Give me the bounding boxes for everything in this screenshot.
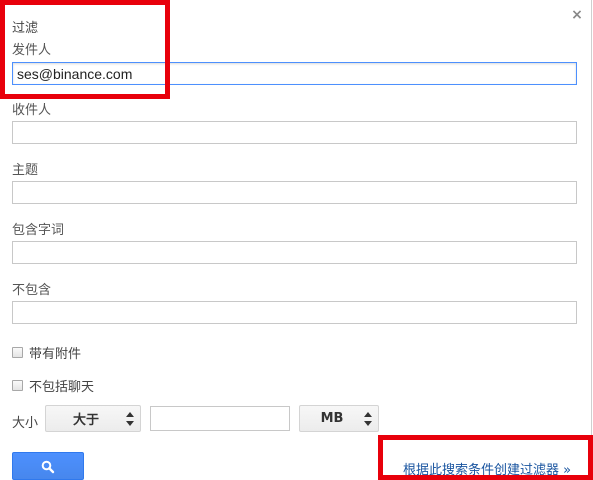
select-arrows-icon — [126, 412, 134, 426]
doesnt-have-label: 不包含 — [12, 283, 52, 298]
size-unit-select[interactable]: MB — [299, 405, 379, 432]
has-attachment-label: 带有附件 — [29, 347, 82, 362]
size-unit-value: MB — [320, 411, 344, 426]
size-value-input[interactable] — [150, 406, 290, 431]
size-label: 大小 — [12, 416, 39, 431]
has-attachment-checkbox[interactable] — [12, 347, 23, 358]
subject-field[interactable] — [12, 181, 577, 204]
has-words-field[interactable] — [12, 241, 577, 264]
doesnt-have-field[interactable] — [12, 301, 577, 324]
to-label: 收件人 — [12, 103, 52, 118]
close-icon[interactable]: × — [571, 8, 583, 22]
exclude-chats-label: 不包括聊天 — [29, 380, 95, 395]
select-arrows-icon — [364, 412, 372, 426]
search-button[interactable] — [12, 452, 84, 480]
exclude-chats-option[interactable]: 不包括聊天 — [12, 376, 94, 395]
search-icon — [41, 460, 55, 474]
exclude-chats-checkbox[interactable] — [12, 380, 23, 391]
size-comparator-value: 大于 — [72, 413, 99, 428]
to-field[interactable] — [12, 121, 577, 144]
subject-label: 主题 — [12, 163, 39, 178]
has-attachment-option[interactable]: 带有附件 — [12, 343, 81, 362]
has-words-label: 包含字词 — [12, 223, 65, 238]
highlight-box-from — [0, 0, 170, 99]
size-comparator-select[interactable]: 大于 — [45, 405, 141, 432]
highlight-box-create-filter — [378, 435, 593, 480]
